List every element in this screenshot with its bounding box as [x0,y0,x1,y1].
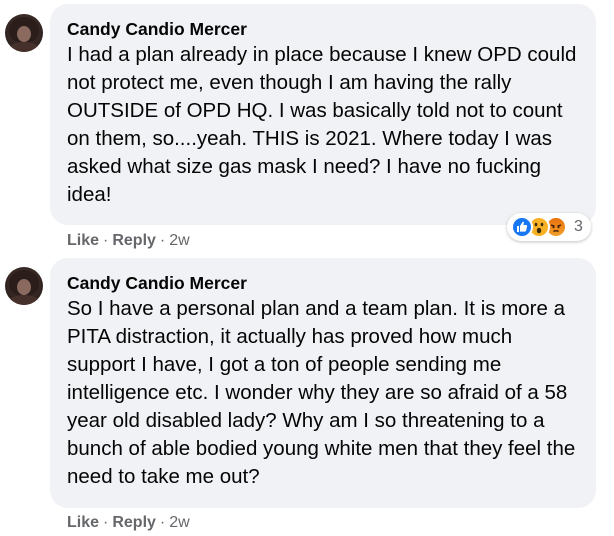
reactions-summary[interactable]: 3 [507,213,591,241]
comment-bubble: Candy Candio Mercer I had a plan already… [50,4,596,225]
avatar-face [17,279,31,295]
like-button[interactable]: Like [67,232,99,249]
comment-author[interactable]: Candy Candio Mercer [67,272,584,294]
separator-dot: · [103,514,109,531]
like-button[interactable]: Like [67,514,99,531]
comment-actions: Like · Reply · 2w [67,513,190,533]
comment-text: So I have a personal plan and a team pla… [67,297,576,488]
avatar-face [17,26,31,42]
like-icon [511,216,533,238]
separator-dot: · [159,232,166,249]
comment-author[interactable]: Candy Candio Mercer [67,18,584,40]
avatar[interactable] [5,267,43,305]
avatar[interactable] [5,14,43,52]
comment-actions: Like · Reply · 2w [67,231,190,251]
separator-dot: · [159,514,166,531]
comment-timestamp[interactable]: 2w [169,514,189,531]
comment-timestamp[interactable]: 2w [169,232,189,249]
avatar-shoulders [7,295,41,305]
comment-bubble: Candy Candio Mercer So I have a personal… [50,258,596,508]
reply-button[interactable]: Reply [112,514,156,531]
separator-dot: · [103,232,109,249]
reply-button[interactable]: Reply [112,232,156,249]
reaction-count: 3 [574,218,583,235]
comment-text: I had a plan already in place because I … [67,43,577,206]
avatar-shoulders [7,42,41,52]
